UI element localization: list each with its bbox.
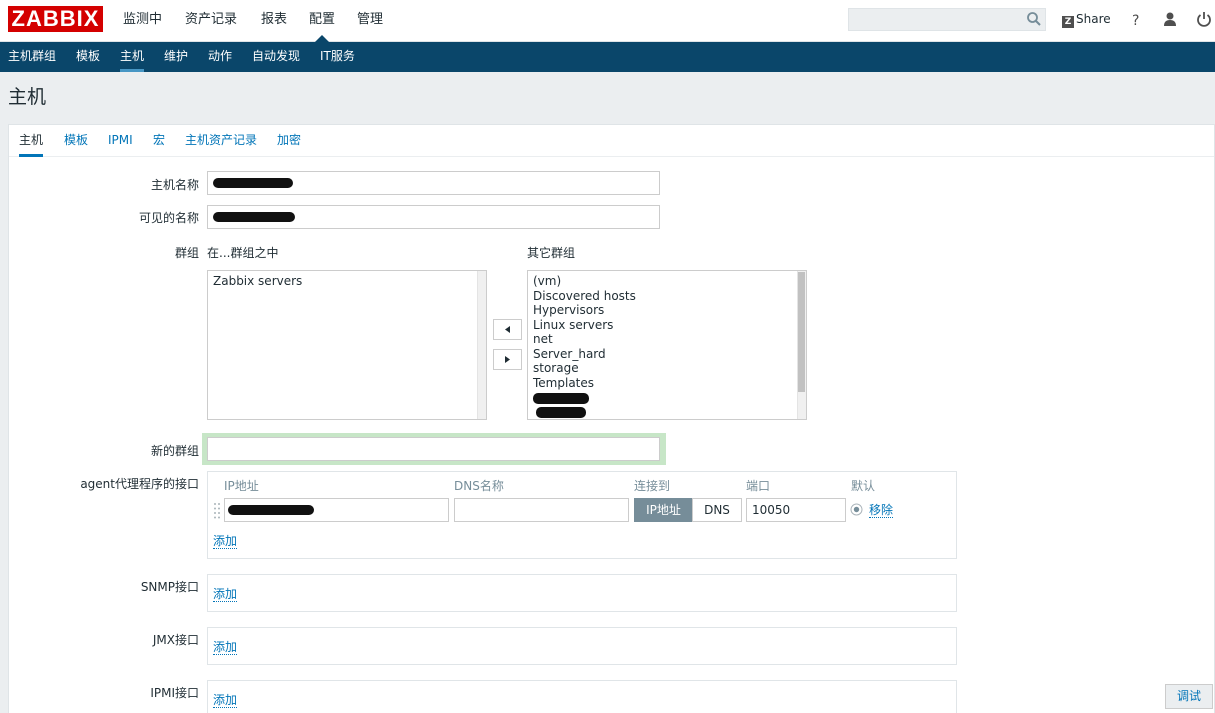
svg-text:?: ?	[1132, 13, 1139, 27]
arrow-left-icon	[505, 326, 510, 333]
visible-name-label: 可见的名称	[138, 211, 199, 225]
menu-administration[interactable]: 管理	[357, 0, 383, 42]
redaction-mark	[213, 178, 293, 188]
in-groups-listbox[interactable]: Zabbix servers	[207, 270, 487, 420]
submenu-discovery[interactable]: 自动发现	[252, 42, 300, 72]
list-item[interactable]: Zabbix servers	[213, 274, 481, 289]
submenu-it-services[interactable]: IT服务	[320, 42, 355, 72]
share-label: Share	[1076, 12, 1111, 26]
redaction-mark	[228, 505, 314, 515]
new-group-label: 新的群组	[150, 444, 199, 458]
dns-name-field[interactable]	[454, 498, 629, 522]
drag-handle-icon[interactable]	[213, 502, 221, 520]
submenu-actions[interactable]: 动作	[208, 42, 232, 72]
menu-configuration[interactable]: 配置	[309, 0, 335, 42]
submenu-templates[interactable]: 模板	[76, 42, 100, 72]
list-item[interactable]: Linux servers	[533, 318, 801, 333]
tab-encryption[interactable]: 加密	[277, 125, 301, 157]
add-agent-interface-link[interactable]: 添加	[213, 535, 238, 549]
jmx-interface-box: 添加	[207, 627, 957, 665]
top-header: ZABBIX 监测中 资产记录 报表 配置 管理 Z Share ?	[0, 0, 1215, 42]
other-groups-label: 其它群组	[527, 246, 576, 260]
agent-interface-box: IP地址 DNS名称 连接到 端口 默认 IP地址 DNS 移除 添加	[207, 471, 957, 559]
menu-monitoring[interactable]: 监测中	[123, 0, 162, 42]
add-snmp-interface-link[interactable]: 添加	[213, 588, 238, 602]
share-link[interactable]: Z Share	[1062, 12, 1111, 28]
test-button[interactable]: 调试	[1165, 684, 1213, 709]
column-header: IP地址	[224, 479, 259, 493]
redaction-mark	[533, 393, 589, 404]
ipmi-interface-box: 添加	[207, 680, 957, 713]
user-icon[interactable]	[1162, 11, 1178, 27]
connect-ip-button[interactable]: IP地址	[634, 498, 693, 522]
submenu-maintenance[interactable]: 维护	[164, 42, 188, 72]
menu-reports[interactable]: 报表	[261, 0, 287, 42]
power-icon[interactable]	[1196, 11, 1212, 27]
column-header: DNS名称	[454, 479, 504, 493]
submenu-host-groups[interactable]: 主机群组	[8, 42, 56, 72]
scrollbar[interactable]	[797, 271, 806, 419]
tab-bar: 主机 模板 IPMI 宏 主机资产记录 加密	[9, 125, 1214, 157]
jmx-interface-label: JMX接口	[152, 633, 199, 647]
search-icon[interactable]	[1026, 11, 1042, 27]
arrow-right-icon	[505, 356, 510, 363]
search-input[interactable]	[848, 8, 1046, 31]
tab-inventory[interactable]: 主机资产记录	[185, 125, 257, 157]
page-title: 主机	[8, 86, 47, 108]
groups-label: 群组	[174, 246, 199, 260]
list-item[interactable]: Hypervisors	[533, 303, 801, 318]
column-header: 连接到	[634, 479, 671, 493]
move-right-button[interactable]	[493, 349, 522, 370]
sub-menu: 主机群组 模板 主机 维护 动作 自动发现 IT服务	[0, 42, 1215, 72]
in-groups-label: 在...群组之中	[207, 246, 279, 260]
ipmi-interface-label: IPMI接口	[150, 686, 199, 700]
column-header: 默认	[851, 479, 876, 493]
share-icon: Z	[1062, 16, 1074, 28]
list-item[interactable]: Server_hard	[533, 347, 801, 362]
scrollbar-thumb[interactable]	[798, 272, 805, 392]
agent-interface-label: agent代理程序的接口	[80, 477, 199, 491]
tab-macros[interactable]: 宏	[153, 125, 165, 157]
move-left-button[interactable]	[493, 319, 522, 340]
tab-host[interactable]: 主机	[19, 125, 44, 157]
snmp-interface-box: 添加	[207, 574, 957, 612]
remove-interface-link[interactable]: 移除	[869, 504, 894, 518]
port-field[interactable]	[746, 498, 846, 522]
tab-templates[interactable]: 模板	[64, 125, 88, 157]
list-item[interactable]: Templates	[533, 376, 801, 391]
list-item[interactable]: storage	[533, 361, 801, 376]
redaction-mark	[213, 212, 295, 222]
zabbix-logo[interactable]: ZABBIX	[8, 6, 103, 32]
host-form-panel: 主机 模板 IPMI 宏 主机资产记录 加密 主机名称 可见的名称 群组 在..…	[8, 124, 1215, 713]
menu-inventory[interactable]: 资产记录	[185, 0, 237, 42]
new-group-field[interactable]	[207, 437, 660, 461]
scrollbar[interactable]	[477, 271, 486, 419]
tab-ipmi[interactable]: IPMI	[108, 125, 133, 157]
redaction-mark	[536, 407, 586, 418]
help-icon[interactable]: ?	[1128, 11, 1144, 27]
host-name-label: 主机名称	[150, 178, 199, 192]
list-item[interactable]: (vm)	[533, 274, 801, 289]
add-ipmi-interface-link[interactable]: 添加	[213, 694, 238, 708]
snmp-interface-label: SNMP接口	[140, 580, 199, 594]
other-groups-listbox[interactable]: (vm) Discovered hosts Hypervisors Linux …	[527, 270, 807, 420]
list-item[interactable]: net	[533, 332, 801, 347]
submenu-hosts[interactable]: 主机	[120, 42, 145, 72]
default-radio[interactable]	[850, 503, 863, 516]
connect-dns-button[interactable]: DNS	[692, 498, 742, 522]
add-jmx-interface-link[interactable]: 添加	[213, 641, 238, 655]
list-item[interactable]: Discovered hosts	[533, 289, 801, 304]
column-header: 端口	[746, 479, 771, 493]
